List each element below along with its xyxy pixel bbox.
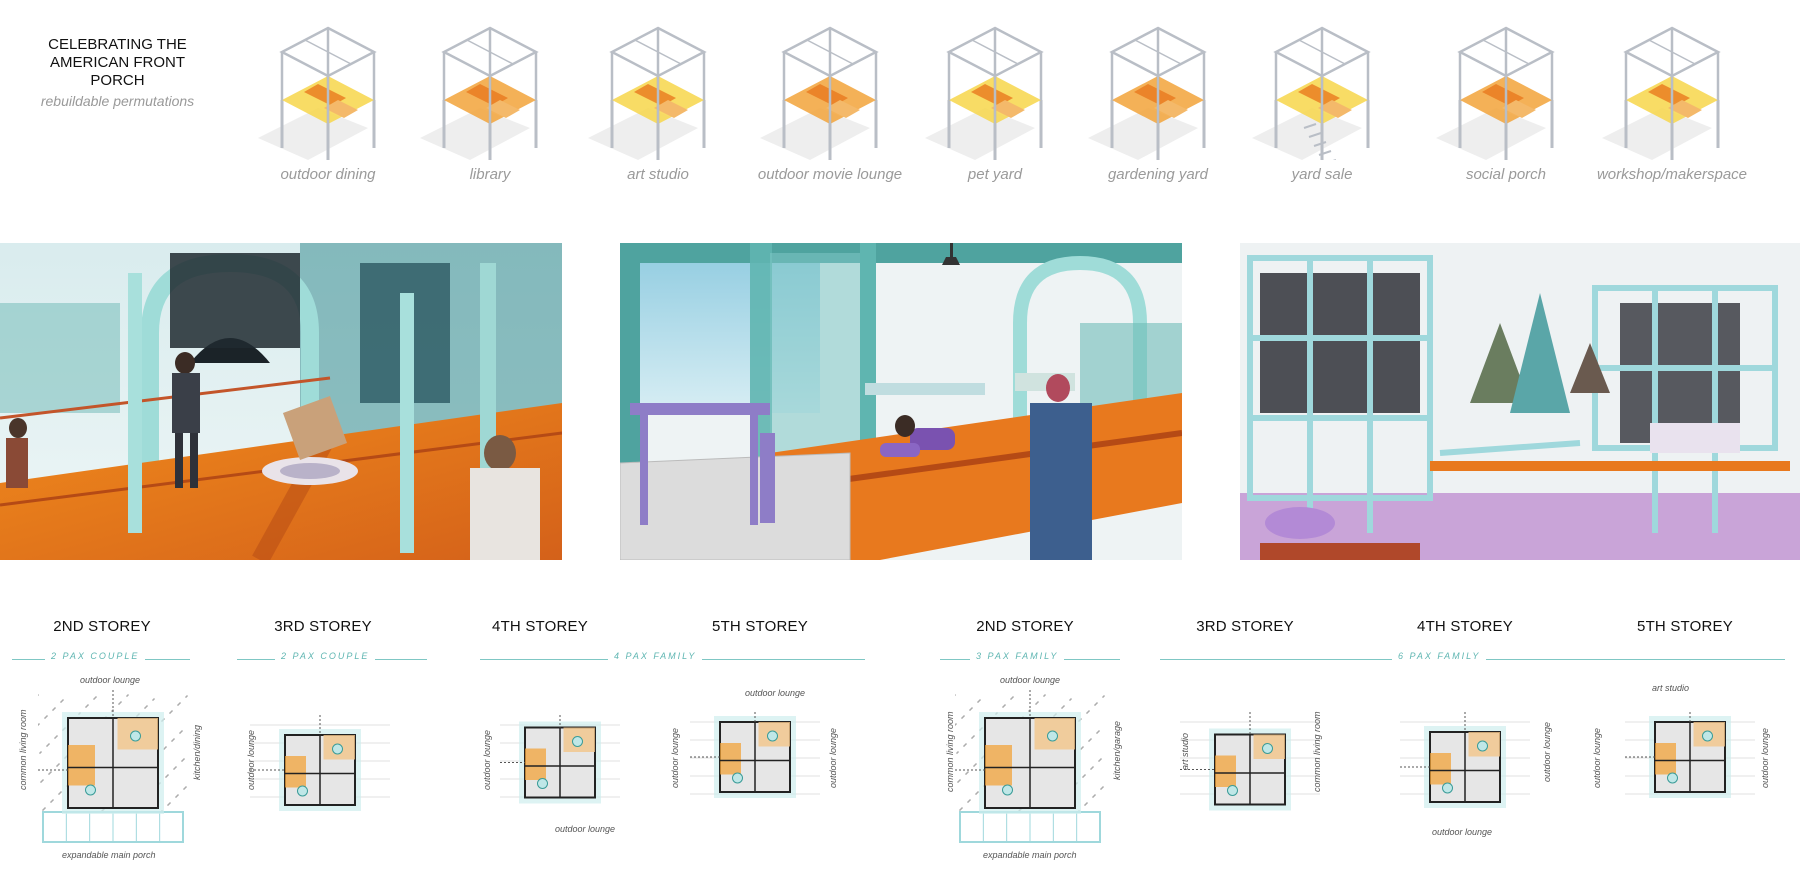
storey-title: 5TH STOREY [1637, 618, 1733, 635]
plan-note: outdoor lounge [482, 729, 492, 790]
plan-note: outdoor lounge [555, 824, 616, 834]
plan-note: expandable main porch [983, 850, 1077, 860]
plan-note: outdoor lounge [1760, 727, 1770, 788]
permutation-label: gardening yard [1107, 166, 1209, 183]
plan-note: outdoor lounge [828, 727, 838, 788]
module-icon [925, 26, 1044, 160]
page-title: CELEBRATING THE AMERICAN FRONT PORCH [48, 36, 187, 89]
module-icon [1252, 26, 1371, 160]
plan-note: art studio [1180, 732, 1190, 770]
permutation-item: yard sale [1242, 10, 1402, 195]
plan-note: common living room [18, 709, 28, 790]
storey-title: 3RD STOREY [274, 618, 372, 635]
floor-plan [690, 712, 820, 807]
plan-note: outdoor lounge [1000, 675, 1061, 685]
permutation-item: social porch [1426, 10, 1586, 195]
family-label: 2 PAX COUPLE [275, 651, 376, 661]
module-icon [258, 26, 377, 160]
permutation-label: pet yard [967, 166, 1023, 183]
floor-plan [1625, 712, 1755, 807]
exterior-frames-illustration [1240, 243, 1800, 560]
plan-note: common living room [945, 711, 955, 792]
floor-plan-drawing [1400, 712, 1530, 808]
plan-note: outdoor lounge [1592, 727, 1602, 788]
permutation-label: art studio [627, 166, 689, 183]
plan-note: expandable main porch [62, 850, 156, 860]
floor-plan-drawing [37, 690, 188, 843]
interior-lounge-illustration [620, 243, 1182, 560]
floor-plan [250, 715, 390, 830]
plan-note: outdoor lounge [246, 729, 256, 790]
plan-note: kitchen/garage [1112, 720, 1122, 780]
porch-corridor-illustration [0, 243, 562, 560]
title-block: CELEBRATING THE AMERICAN FRONT PORCH reb… [30, 36, 205, 110]
storey-title: 2ND STOREY [53, 618, 151, 635]
permutation-item: outdoor movie lounge [750, 10, 910, 195]
page-subtitle: rebuildable permutations [40, 93, 195, 109]
plan-note: art studio [1652, 683, 1690, 693]
plan-note: outdoor lounge [745, 688, 806, 698]
storey-title: 4TH STOREY [1417, 618, 1513, 635]
floor-plan [1180, 712, 1320, 832]
permutation-item: outdoor dining [248, 10, 408, 195]
permutation-label: social porch [1465, 166, 1547, 183]
family-label: 6 PAX FAMILY [1392, 651, 1487, 661]
module-icon [1602, 26, 1721, 160]
module-icon [420, 26, 539, 160]
permutation-label: library [469, 166, 511, 183]
storey-title: 4TH STOREY [492, 618, 588, 635]
permutation-item: art studio [578, 10, 738, 195]
render-porch-corridor [0, 243, 562, 560]
storey-title: 5TH STOREY [712, 618, 808, 635]
floor-plan [37, 690, 188, 855]
render-interior-lounge [620, 243, 1182, 560]
permutation-label: outdoor dining [280, 166, 376, 183]
storey-title: 3RD STOREY [1196, 618, 1294, 635]
family-label: 2 PAX COUPLE [45, 651, 146, 661]
permutation-label: workshop/makerspace [1596, 166, 1748, 183]
floor-plan-drawing [1625, 712, 1755, 798]
storey-title: 2ND STOREY [976, 618, 1074, 635]
permutation-label: yard sale [1291, 166, 1353, 183]
floor-plan-drawing [250, 715, 390, 811]
plan-note: outdoor lounge [80, 675, 141, 685]
plan-note: kitchen/dining [192, 724, 202, 780]
floor-plan-drawing [500, 715, 620, 804]
permutation-label: outdoor movie lounge [757, 166, 903, 183]
permutation-item: gardening yard [1078, 10, 1238, 195]
module-icon [1436, 26, 1555, 160]
module-icon [760, 26, 879, 160]
floor-plan-drawing [1180, 712, 1320, 811]
floor-plan-drawing [954, 690, 1105, 843]
floor-plan [500, 715, 620, 815]
plan-note: outdoor lounge [1542, 721, 1552, 782]
plan-note: outdoor lounge [670, 727, 680, 788]
floor-plan [954, 690, 1105, 855]
floor-plan-drawing [690, 712, 820, 798]
module-icon [1088, 26, 1207, 160]
plan-note: common living room [1312, 711, 1322, 792]
permutation-item: library [410, 10, 570, 195]
permutation-item: workshop/makerspace [1592, 10, 1752, 195]
family-label: 3 PAX FAMILY [970, 651, 1065, 661]
permutation-item: pet yard [915, 10, 1075, 195]
render-exterior-frames [1240, 243, 1800, 560]
family-label: 4 PAX FAMILY [608, 651, 703, 661]
floor-plan [1400, 712, 1530, 827]
module-icon [588, 26, 707, 160]
plan-note: outdoor lounge [1432, 827, 1493, 837]
